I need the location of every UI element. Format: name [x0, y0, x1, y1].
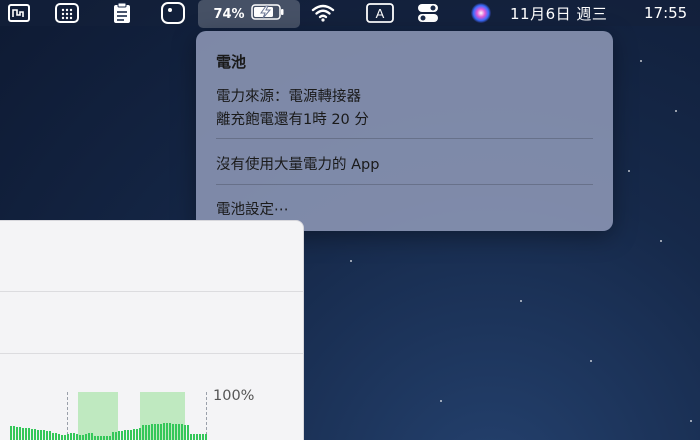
- battery-bar: [193, 434, 195, 440]
- battery-bar: [13, 426, 15, 440]
- battery-level-chart: [10, 392, 208, 440]
- battery-charging-icon: [250, 4, 285, 24]
- battery-bar: [16, 426, 18, 440]
- battery-bar: [67, 433, 69, 440]
- battery-bar: [175, 423, 177, 440]
- power-source-text: 電力來源：電源轉接器: [216, 89, 361, 105]
- battery-bar: [154, 424, 156, 440]
- input-method-icon[interactable]: A: [365, 0, 395, 26]
- battery-bar: [148, 424, 150, 440]
- battery-bar: [124, 430, 126, 440]
- battery-bar: [100, 436, 102, 440]
- battery-bar: [109, 436, 111, 440]
- battery-settings-item[interactable]: 電池設定⋯: [216, 198, 289, 219]
- window-divider: [0, 291, 303, 292]
- siri-icon[interactable]: [467, 0, 495, 26]
- battery-bar: [34, 429, 36, 440]
- battery-bar: [46, 430, 48, 440]
- battery-bar: [85, 434, 87, 440]
- battery-bar: [199, 434, 201, 440]
- battery-bar: [202, 434, 204, 440]
- battery-bar: [181, 424, 183, 440]
- battery-bar: [43, 430, 45, 440]
- keypad-icon[interactable]: [52, 0, 82, 26]
- battery-bar: [190, 434, 192, 440]
- chart-max-label: 100%: [213, 388, 255, 404]
- clipboard-icon[interactable]: [107, 0, 137, 26]
- control-center-icon[interactable]: [413, 0, 443, 26]
- battery-bar: [28, 428, 30, 440]
- menu-bar-time[interactable]: 17:55: [644, 0, 700, 26]
- battery-bar: [19, 427, 21, 440]
- battery-bar: [142, 425, 144, 440]
- battery-bar: [88, 432, 90, 440]
- battery-bar: [49, 431, 51, 440]
- battery-bar: [82, 435, 84, 440]
- battery-bar: [22, 427, 24, 440]
- battery-bar: [76, 434, 78, 440]
- menu-bar-date[interactable]: 11月6日 週三: [510, 0, 634, 26]
- battery-bar: [37, 429, 39, 440]
- battery-percent: 74%: [213, 6, 245, 22]
- battery-menu: 電池 電力來源：電源轉接器 離充飽電還有1時 20 分 沒有使用大量電力的 Ap…: [196, 31, 613, 231]
- battery-bar: [115, 431, 117, 440]
- battery-bar: [178, 424, 180, 440]
- battery-bar: [61, 435, 63, 440]
- menu-separator: [216, 138, 593, 139]
- battery-bar: [130, 429, 132, 440]
- wifi-icon[interactable]: [309, 0, 337, 26]
- battery-bar: [73, 432, 75, 440]
- battery-bar: [157, 423, 159, 440]
- battery-bar: [166, 423, 168, 440]
- battery-menu-title: 電池: [216, 53, 247, 71]
- battery-bar: [127, 430, 129, 440]
- menu-bar: 74% A 11月6日 週三 17:55: [0, 0, 700, 28]
- battery-bar: [145, 424, 147, 440]
- apps-status-text: 沒有使用大量電力的 App: [216, 157, 380, 173]
- battery-bar: [106, 436, 108, 440]
- battery-bar: [64, 435, 66, 440]
- battery-bar: [160, 423, 162, 440]
- battery-bar: [136, 428, 138, 440]
- battery-bar: [10, 426, 12, 440]
- input-method-label: A: [376, 6, 385, 21]
- battery-bar: [121, 430, 123, 440]
- battery-bar: [31, 428, 33, 440]
- battery-bar: [79, 435, 81, 440]
- screen-record-icon[interactable]: [158, 0, 188, 26]
- battery-bar: [25, 428, 27, 440]
- battery-bar: [103, 436, 105, 440]
- battery-bar: [187, 424, 189, 440]
- battery-bar: [58, 434, 60, 440]
- battery-bar: [196, 434, 198, 440]
- battery-bar: [169, 423, 171, 440]
- battery-bar: [205, 434, 207, 440]
- battery-bar: [139, 428, 141, 440]
- battery-status-button[interactable]: 74%: [198, 0, 300, 28]
- battery-bar: [91, 432, 93, 440]
- menu-separator: [216, 184, 593, 185]
- battery-bar: [94, 436, 96, 440]
- window-divider: [0, 353, 303, 354]
- battery-bar: [70, 432, 72, 440]
- battery-bar: [52, 432, 54, 440]
- battery-bar: [133, 429, 135, 440]
- battery-bar: [55, 433, 57, 440]
- battery-bar: [40, 430, 42, 440]
- battery-bar: [184, 424, 186, 440]
- battery-bar: [151, 424, 153, 440]
- chart-gridline: [206, 392, 207, 440]
- battery-bar: [118, 431, 120, 440]
- battery-bar: [97, 436, 99, 440]
- battery-bar: [163, 423, 165, 440]
- battery-bar: [172, 423, 174, 440]
- time-to-full-text: 離充飽電還有1時 20 分: [216, 112, 369, 128]
- battery-bar: [112, 432, 114, 440]
- activity-monitor-icon[interactable]: [4, 0, 34, 26]
